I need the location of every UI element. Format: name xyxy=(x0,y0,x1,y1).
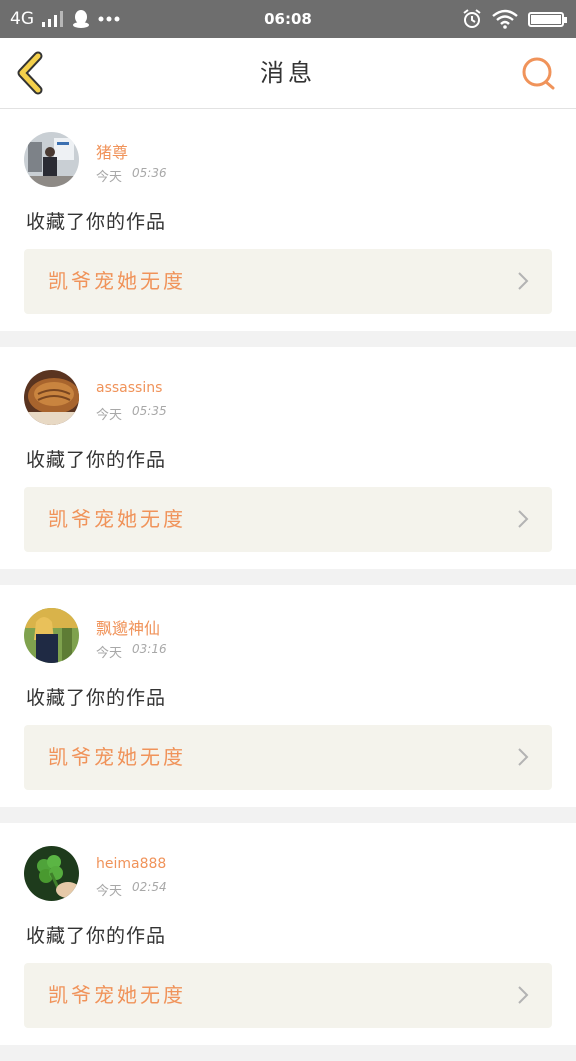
avatar[interactable] xyxy=(24,132,79,187)
work-title: 凯爷宠她无度 xyxy=(48,745,186,769)
username[interactable]: 飘邈神仙 xyxy=(96,615,160,639)
status-bar: 4G 06:08 xyxy=(0,0,576,38)
time-value: 05:36 xyxy=(132,166,167,180)
time-day: 今天 xyxy=(96,646,123,661)
work-title: 凯爷宠她无度 xyxy=(48,269,186,293)
action-text: 收藏了你的作品 xyxy=(26,449,167,471)
message-time: 今天 03:16 xyxy=(96,642,167,661)
action-text: 收藏了你的作品 xyxy=(26,687,167,709)
message-card: 猪尊 今天 05:36 收藏了你的作品 凯爷宠她无度 xyxy=(0,109,576,331)
message-list: 猪尊 今天 05:36 收藏了你的作品 凯爷宠她无度 assassins 今天 … xyxy=(0,109,576,1061)
username[interactable]: assassins xyxy=(96,380,162,396)
status-right xyxy=(462,0,567,38)
time-day: 今天 xyxy=(96,170,123,185)
work-title: 凯爷宠她无度 xyxy=(48,983,186,1007)
work-link[interactable]: 凯爷宠她无度 xyxy=(24,963,552,1028)
username[interactable]: 猪尊 xyxy=(96,139,128,163)
chevron-right-icon xyxy=(518,986,529,1004)
work-title: 凯爷宠她无度 xyxy=(48,507,186,531)
search-icon xyxy=(522,57,555,90)
chevron-right-icon xyxy=(518,748,529,766)
message-time: 今天 02:54 xyxy=(96,880,167,899)
page-title: 消息 xyxy=(260,59,316,87)
time-value: 02:54 xyxy=(132,880,167,894)
action-text: 收藏了你的作品 xyxy=(26,925,167,947)
message-time: 今天 05:35 xyxy=(96,404,167,423)
wifi-icon xyxy=(492,9,518,29)
work-link[interactable]: 凯爷宠她无度 xyxy=(24,725,552,790)
avatar[interactable] xyxy=(24,370,79,425)
avatar[interactable] xyxy=(24,608,79,663)
work-link[interactable]: 凯爷宠她无度 xyxy=(24,249,552,314)
chevron-right-icon xyxy=(518,272,529,290)
message-time: 今天 05:36 xyxy=(96,166,167,185)
message-card: 飘邈神仙 今天 03:16 收藏了你的作品 凯爷宠她无度 xyxy=(0,585,576,807)
chevron-right-icon xyxy=(518,510,529,528)
message-card: assassins 今天 05:35 收藏了你的作品 凯爷宠她无度 xyxy=(0,347,576,569)
work-link[interactable]: 凯爷宠她无度 xyxy=(24,487,552,552)
back-button[interactable] xyxy=(10,50,54,96)
username[interactable]: heima888 xyxy=(96,856,166,872)
time-day: 今天 xyxy=(96,408,123,423)
action-text: 收藏了你的作品 xyxy=(26,211,167,233)
message-card: heima888 今天 02:54 收藏了你的作品 凯爷宠她无度 xyxy=(0,823,576,1045)
battery-level xyxy=(531,14,562,24)
alarm-icon xyxy=(463,9,481,28)
search-button[interactable] xyxy=(520,55,558,93)
nav-bar: 消息 xyxy=(0,38,576,109)
time-value: 05:35 xyxy=(132,404,167,418)
time-day: 今天 xyxy=(96,884,123,899)
avatar[interactable] xyxy=(24,846,79,901)
chevron-left-icon xyxy=(17,51,43,95)
battery-icon xyxy=(528,11,567,27)
time-value: 03:16 xyxy=(132,642,167,656)
